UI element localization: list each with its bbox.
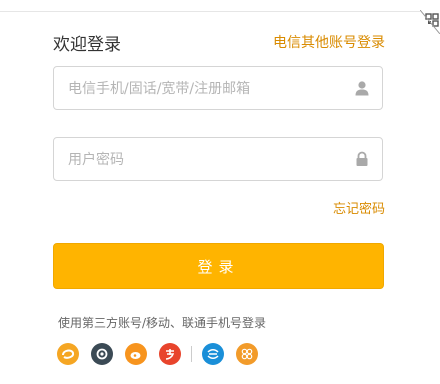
account-input[interactable]: [66, 67, 355, 111]
netease-icon[interactable]: [91, 343, 113, 365]
weibo-icon[interactable]: [125, 343, 147, 365]
account-field[interactable]: [53, 66, 383, 111]
user-icon: [355, 81, 369, 96]
tianyi-icon[interactable]: [57, 343, 79, 365]
password-field[interactable]: [53, 137, 383, 182]
lock-icon: [356, 151, 368, 166]
alipay-icon[interactable]: [159, 343, 181, 365]
forgot-password-link[interactable]: 忘记密码: [333, 198, 385, 217]
top-divider: [0, 0, 420, 12]
qr-code-corner-icon[interactable]: [420, 10, 440, 34]
third-party-icons: [57, 343, 270, 365]
china-unicom-icon[interactable]: [236, 343, 258, 365]
third-party-login-label: 使用第三方账号/移动、联通手机号登录: [58, 316, 267, 330]
china-mobile-icon[interactable]: [202, 343, 224, 365]
welcome-title: 欢迎登录: [53, 35, 121, 55]
login-button[interactable]: 登录: [53, 243, 384, 289]
other-account-login-link[interactable]: 电信其他账号登录: [273, 32, 385, 52]
separator: [191, 346, 192, 362]
password-input[interactable]: [66, 138, 355, 182]
